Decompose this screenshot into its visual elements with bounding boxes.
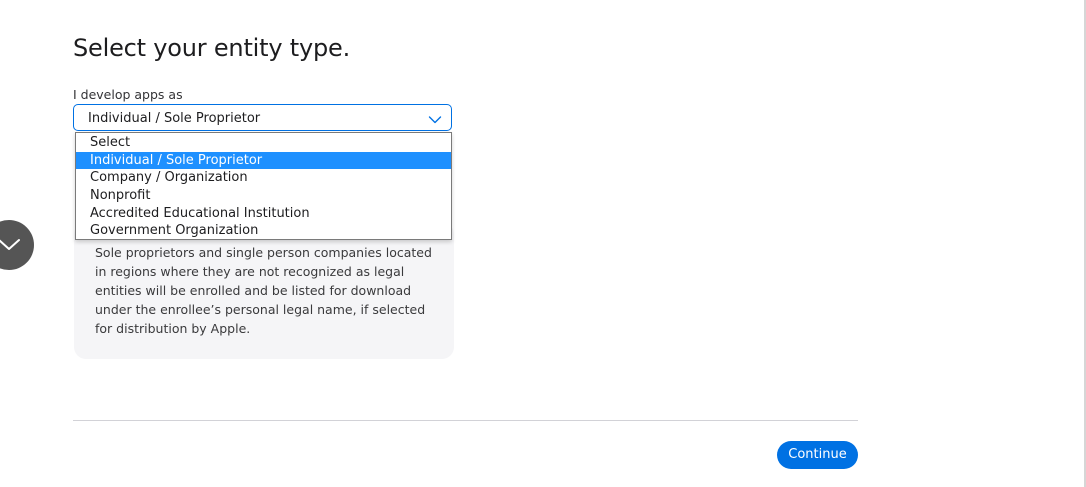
chevron-down-icon xyxy=(0,239,20,250)
page: Select your entity type. I develop apps … xyxy=(0,0,1086,487)
entity-type-select[interactable]: Individual / Sole Proprietor xyxy=(73,104,452,131)
dropdown-option-company[interactable]: Company / Organization xyxy=(76,169,451,187)
entity-type-selected-value: Individual / Sole Proprietor xyxy=(88,111,261,126)
info-card-text: Sole proprietors and single person compa… xyxy=(95,245,432,336)
entity-type-dropdown: Select Individual / Sole Proprietor Comp… xyxy=(75,132,452,240)
entity-type-label: I develop apps as xyxy=(73,87,183,102)
footer-divider xyxy=(73,420,858,421)
dropdown-option-individual[interactable]: Individual / Sole Proprietor xyxy=(76,151,451,170)
info-card: Sole proprietors and single person compa… xyxy=(74,222,454,359)
dropdown-option-select[interactable]: Select xyxy=(76,134,451,152)
dropdown-option-educational[interactable]: Accredited Educational Institution xyxy=(76,205,451,223)
scroll-down-button[interactable] xyxy=(0,220,34,270)
page-title: Select your entity type. xyxy=(73,34,351,62)
dropdown-option-government[interactable]: Government Organization xyxy=(76,222,451,240)
chevron-down-icon xyxy=(428,111,442,124)
continue-button[interactable]: Continue xyxy=(777,441,858,469)
dropdown-option-nonprofit[interactable]: Nonprofit xyxy=(76,187,451,205)
